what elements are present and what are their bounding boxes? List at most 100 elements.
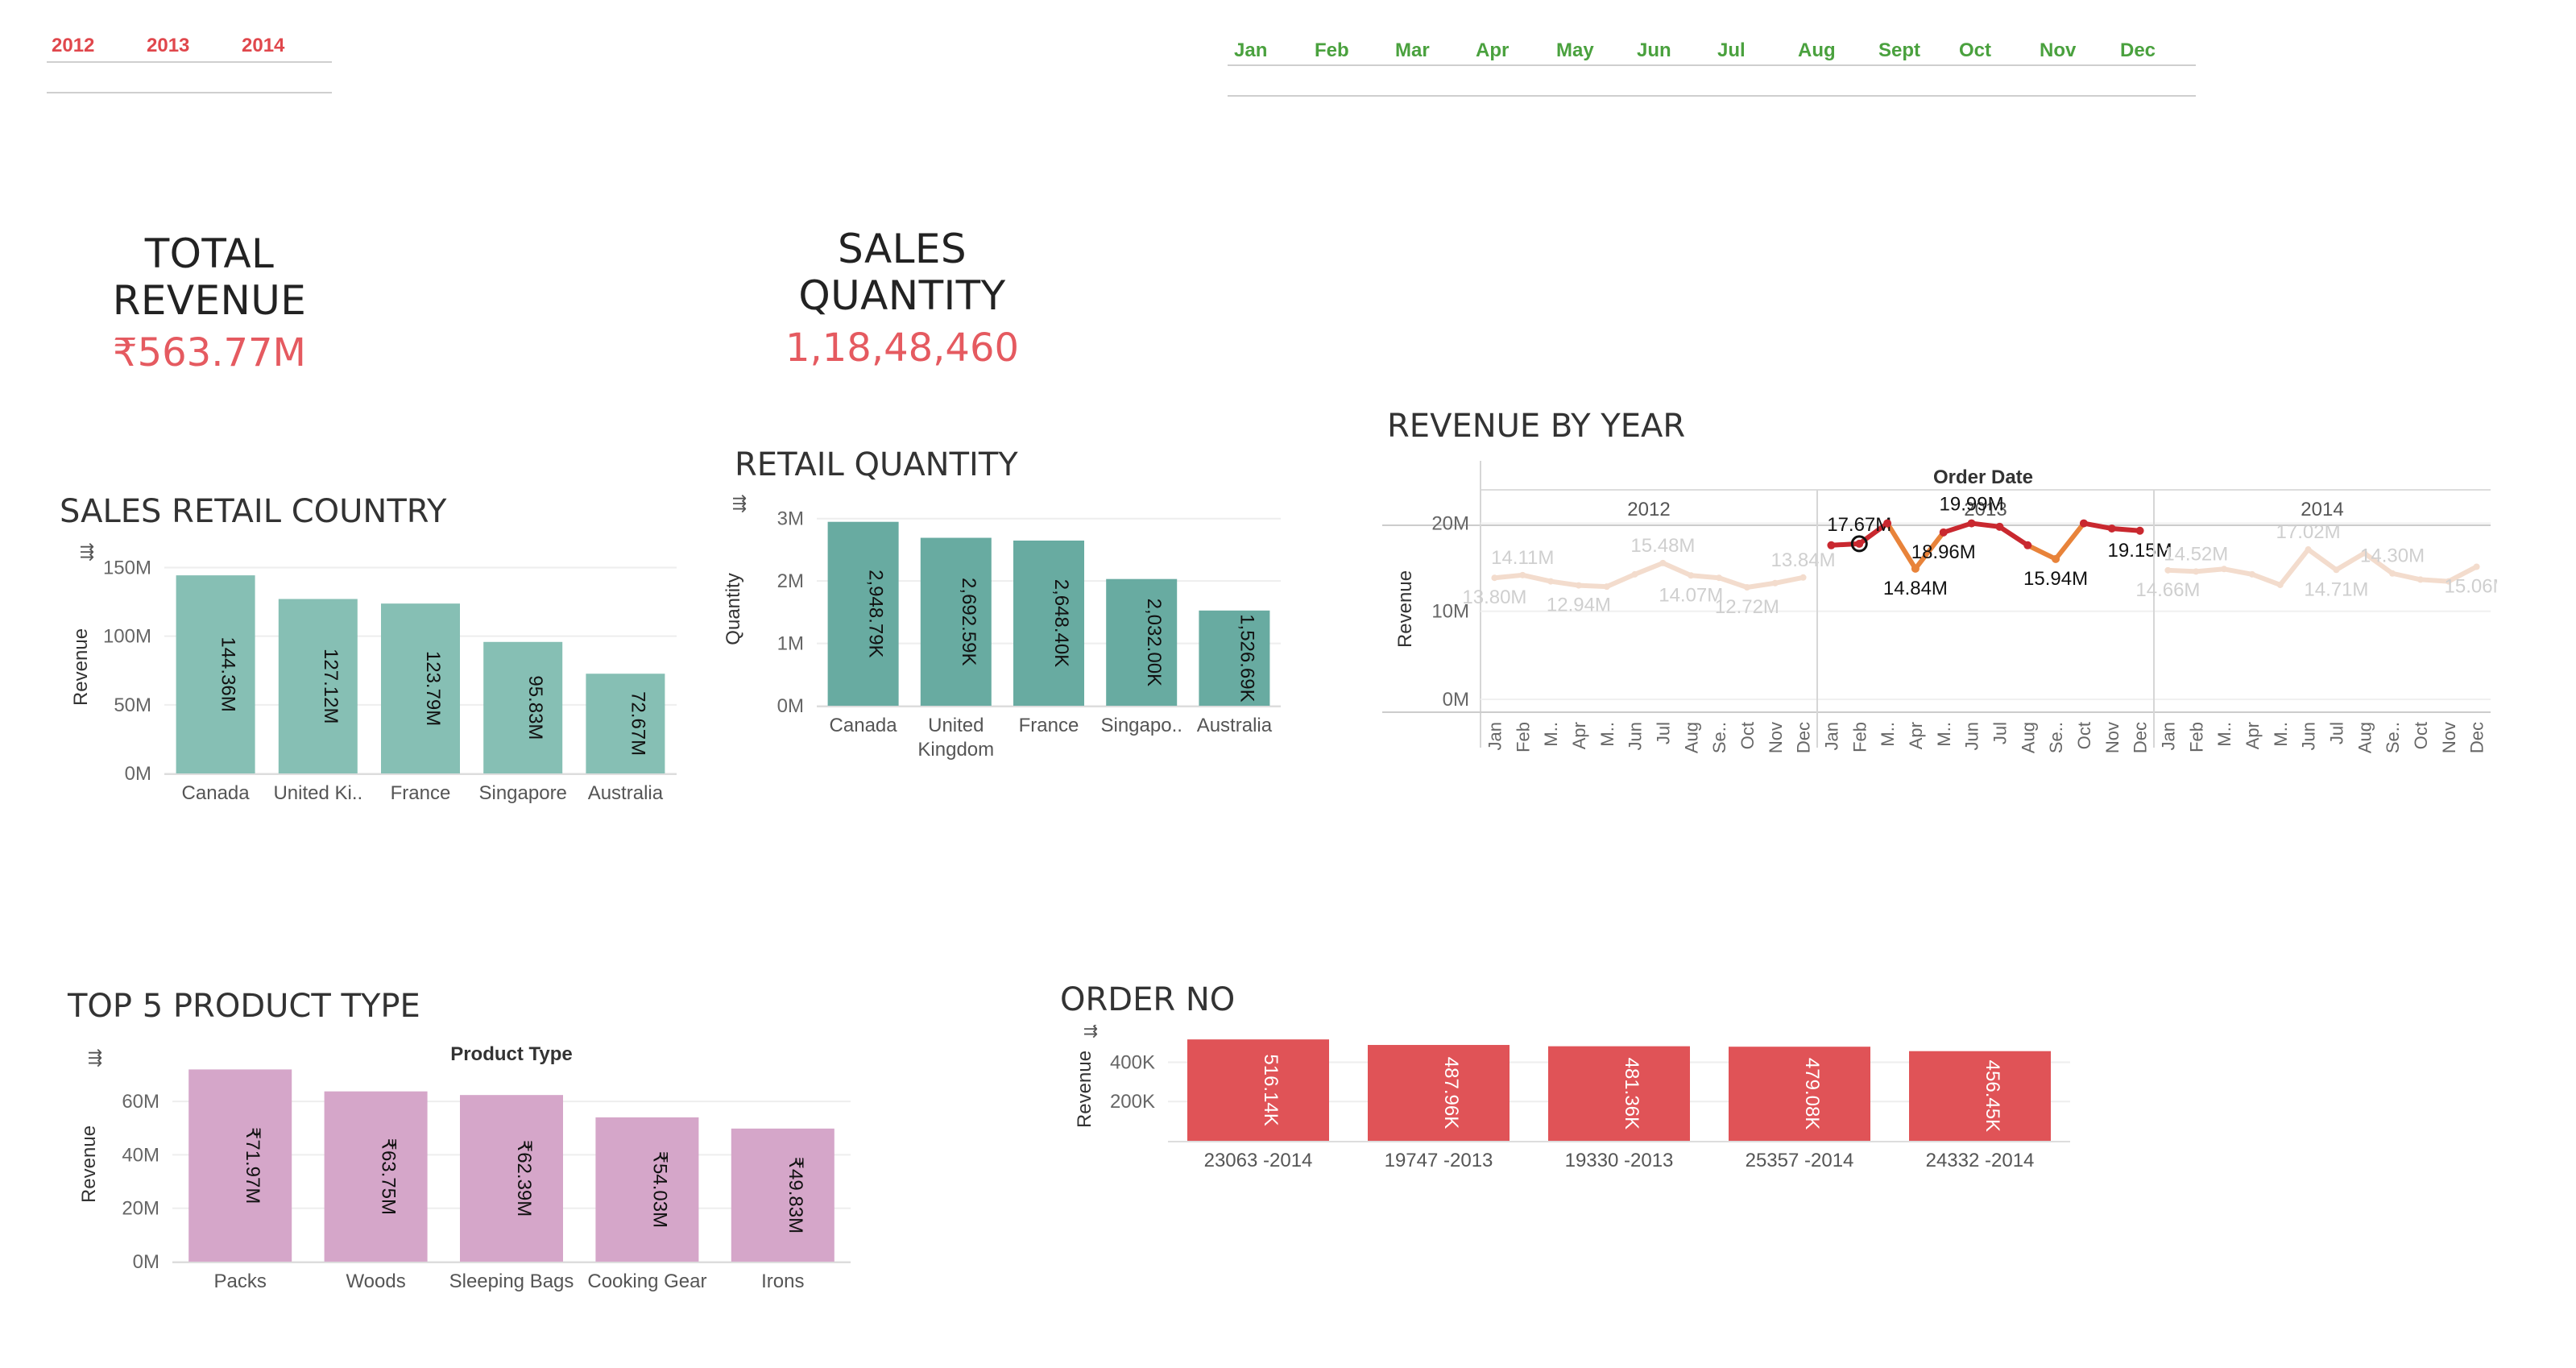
data-label: 12.94M (1547, 595, 1611, 616)
data-label: 15.48M (1630, 535, 1695, 557)
year-chart-title: REVENUE BY YEAR (1387, 406, 1686, 445)
x-category-label: France (391, 782, 451, 804)
x-category-label: Canada (182, 782, 251, 804)
x-category-label: Sleeping Bags (449, 1271, 574, 1292)
month-filter-feb[interactable]: Feb (1315, 39, 1349, 61)
month-filter-nov[interactable]: Nov (2040, 39, 2076, 61)
x-month-tick: Apr (2243, 722, 2263, 749)
data-label: 12.72M (1715, 596, 1779, 618)
x-month-tick: Dec (2467, 722, 2487, 753)
data-point (1547, 578, 1555, 585)
data-label: 14.71M (2304, 578, 2368, 600)
series-line-segment (2109, 526, 2143, 533)
retail-quantity-chart: 0M 1M 2M 3M Quantity ⇶ 2,948.79K Canada 2,692.59… (725, 493, 1281, 761)
data-label: 19.99M (1940, 494, 2004, 516)
x-month-tick: Jan (1821, 722, 1841, 750)
month-filter-jan[interactable]: Jan (1234, 39, 1267, 61)
data-label: 17.67M (1827, 514, 1891, 536)
x-month-tick: Se.. (2046, 722, 2066, 753)
year-filter: 2012 2013 2014 (47, 34, 332, 98)
x-category-label: 25357 -2014 (1746, 1150, 1854, 1171)
x-category-label: 24332 -2014 (1926, 1150, 2035, 1171)
y-axis-label: Quantity (725, 573, 744, 645)
series-line-segment (1969, 520, 2002, 529)
x-month-tick: Jan (1485, 722, 1505, 750)
bar-value-label: ₹54.03M (648, 1151, 670, 1228)
bar-1 (176, 575, 255, 773)
y-tick-label: 0M (1443, 689, 1469, 711)
revenue-by-year-chart: Order Date0M10M20MRevenue201213.80MJan14… (1382, 461, 2497, 753)
x-category-label: Packs (214, 1271, 267, 1292)
bar-2 (920, 537, 992, 706)
x-month-tick: Feb (1849, 722, 1870, 752)
x-month-tick: Aug (1681, 722, 1701, 753)
y-tick-label: 40M (122, 1144, 159, 1166)
x-category-label: Singapo.. (1100, 715, 1182, 736)
month-filter-oct[interactable]: Oct (1959, 39, 1991, 61)
data-label: 15.94M (2023, 568, 2088, 590)
month-filter-sept[interactable]: Sept (1878, 39, 1920, 61)
bar-1 (827, 521, 899, 706)
data-point (2276, 581, 2284, 588)
y-tick-label: 0M (125, 763, 151, 785)
y-tick-label: 0M (133, 1251, 159, 1273)
bar-value-label: 95.83M (524, 675, 546, 740)
x-month-tick: Jun (1626, 722, 1646, 750)
month-filter-apr[interactable]: Apr (1476, 39, 1509, 61)
month-filter-may[interactable]: May (1556, 39, 1594, 61)
year-panel-label: 2014 (2301, 499, 2343, 520)
data-label: 14.84M (1883, 578, 1948, 599)
data-point (1743, 584, 1750, 591)
year-filter-2014[interactable]: 2014 (242, 34, 284, 56)
x-month-tick: Jul (1990, 722, 2010, 744)
y-axis-label: Revenue (1394, 570, 1416, 648)
bar-4 (1729, 1047, 1870, 1141)
data-label: 17.02M (2276, 521, 2341, 543)
month-filter-mar[interactable]: Mar (1395, 39, 1430, 61)
x-category-label: United Ki.. (273, 782, 362, 804)
month-filter-jun[interactable]: Jun (1637, 39, 1671, 61)
bar-5 (1909, 1051, 2051, 1141)
data-point (1995, 522, 2004, 531)
order-no-chart: 200K 400K Revenue ⇶ 516.14K 23063 -2014 487.96… (1074, 1025, 2070, 1171)
data-point (2023, 541, 2032, 549)
data-label: 18.96M (1911, 541, 1976, 563)
x-category-label: Woods (346, 1271, 405, 1292)
bar-2 (278, 599, 358, 773)
year-filter-2013[interactable]: 2013 (147, 34, 189, 56)
series-line-segment (1828, 541, 1862, 548)
y-tick-label: 400K (1110, 1051, 1155, 1073)
data-point (2248, 570, 2255, 578)
data-point (2333, 566, 2340, 574)
bar-value-label: 123.79M (422, 651, 444, 726)
year-panel-label: 2012 (1627, 499, 1670, 520)
y-tick-label: 2M (777, 570, 804, 592)
data-label: 15.06M (2445, 575, 2497, 597)
year-filter-2012[interactable]: 2012 (52, 34, 94, 56)
data-label: 14.11M (1491, 547, 1554, 569)
x-month-tick: M.. (2214, 722, 2234, 747)
x-month-tick: Feb (1513, 722, 1533, 752)
data-point (1855, 539, 1864, 548)
bar-value-label: 479.08K (1801, 1058, 1823, 1130)
order-chart-title: ORDER NO (1060, 980, 1236, 1018)
data-point (1771, 579, 1779, 587)
month-filter-jul[interactable]: Jul (1717, 39, 1746, 61)
data-point (1491, 574, 1498, 582)
x-category-label: Singapore (478, 782, 566, 804)
bar-value-label: ₹63.75M (378, 1138, 400, 1215)
month-filter-aug[interactable]: Aug (1798, 39, 1836, 61)
y-tick-label: 0M (777, 695, 804, 717)
sales-quantity-label: SALES QUANTITY (798, 226, 1006, 319)
x-month-tick: Jun (1962, 722, 1982, 750)
x-category-label: France (1019, 715, 1079, 736)
x-category-label: 23063 -2014 (1204, 1150, 1313, 1171)
x-month-tick: Aug (2018, 722, 2038, 753)
data-point (1603, 583, 1610, 591)
year-filter-divider (47, 61, 332, 63)
bar-3 (1548, 1046, 1690, 1141)
data-point (2221, 566, 2228, 573)
data-point (2305, 546, 2312, 553)
bar-1 (1187, 1039, 1329, 1141)
month-filter-dec[interactable]: Dec (2120, 39, 2156, 61)
